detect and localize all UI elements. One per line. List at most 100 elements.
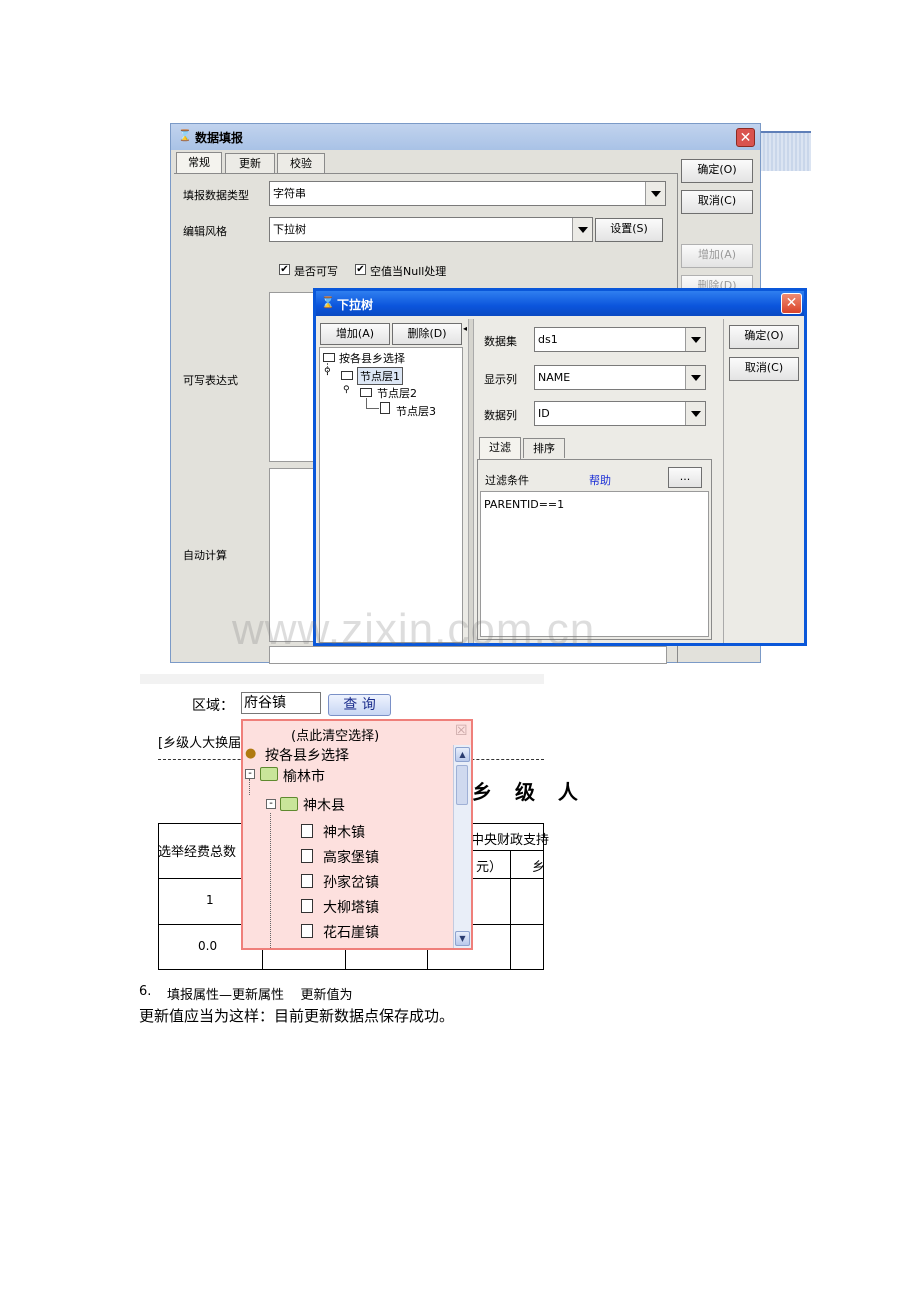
style-select[interactable]: 下拉树 xyxy=(269,217,593,242)
query-button[interactable]: 查 询 xyxy=(328,694,391,716)
tree-node-level1[interactable]: 节点层1 xyxy=(357,367,403,385)
report-title: 乡 级 人 xyxy=(472,780,586,804)
tree-node-level2[interactable]: 节点层2 xyxy=(377,385,417,401)
type-label: 填报数据类型 xyxy=(183,189,249,202)
dialog-title: 数据填报 xyxy=(195,131,244,145)
dropdown-tree-dialog: ⌛ 下拉树 ✕ 增加(A) 删除(D) ◂ 按各县乡选择 ⚲ 节点层1 ⚲ 节点… xyxy=(313,288,807,646)
popup-node-city[interactable]: 榆林市 xyxy=(283,766,325,786)
popup-node-county[interactable]: 神木县 xyxy=(303,795,345,815)
document-icon xyxy=(301,849,313,863)
tree-dialog-titlebar: ⌛ 下拉树 ✕ xyxy=(316,291,804,316)
type-select[interactable]: 字符串 xyxy=(269,181,666,206)
tab-update[interactable]: 更新 xyxy=(225,153,275,173)
display-column-value: NAME xyxy=(538,371,571,384)
region-label: 区域： xyxy=(192,698,234,714)
popup-scrollbar[interactable]: ▲ ▼ xyxy=(453,745,471,948)
expand-handle-icon[interactable]: ⚲ xyxy=(324,367,331,377)
tab-filter[interactable]: 过滤 xyxy=(479,437,521,459)
app-icon: ⌛ xyxy=(321,296,335,309)
tree-delete-button[interactable]: 删除(D) xyxy=(392,323,462,345)
collapse-icon[interactable]: - xyxy=(245,769,255,779)
popup-town[interactable]: 高家堡镇 xyxy=(323,847,379,867)
popup-town[interactable]: 孙家岔镇 xyxy=(323,872,379,892)
table-unit-fragment: 元） xyxy=(476,860,503,875)
tree-node-level3[interactable]: 节点层3 xyxy=(396,403,436,419)
null-checkbox[interactable]: ✔ xyxy=(355,264,366,275)
more-button[interactable]: ... xyxy=(668,467,702,488)
popup-town[interactable]: 神木镇 xyxy=(323,822,365,842)
globe-icon: ● xyxy=(245,746,257,761)
collapse-icon[interactable]: - xyxy=(266,799,276,809)
scroll-down-icon[interactable]: ▼ xyxy=(455,931,470,946)
button-column xyxy=(723,319,724,643)
tree-connector xyxy=(270,813,271,948)
expand-handle-icon[interactable]: ⚲ xyxy=(343,385,350,395)
paragraph-text: 更新值应当为这样：目前更新数据点保存成功。 xyxy=(139,1007,455,1025)
writable-expr-input[interactable] xyxy=(269,292,319,462)
dropdown-tree-popup: (点此清空选择) ☒ ● 按各县乡选择 - 榆林市 - 神木县 神木镇 高家堡镇… xyxy=(241,719,473,950)
data-column-select[interactable]: ID xyxy=(534,401,706,426)
chevron-down-icon[interactable] xyxy=(572,218,592,241)
popup-town[interactable]: 花石崖镇 xyxy=(323,922,379,942)
document-icon xyxy=(301,824,313,838)
popup-close-icon[interactable]: ☒ xyxy=(455,723,468,739)
cancel-button[interactable]: 取消(C) xyxy=(681,190,753,214)
chevron-down-icon[interactable] xyxy=(685,366,705,389)
table-cell-row2: 0.0 xyxy=(198,939,218,953)
watermark: www.zixin.com.cn xyxy=(232,605,596,654)
settings-button[interactable]: 设置(S) xyxy=(595,218,663,242)
document-icon xyxy=(301,874,313,888)
tab-general[interactable]: 常规 xyxy=(176,152,222,174)
dialog-titlebar: ⌛ 数据填报 ✕ xyxy=(171,124,760,150)
clear-selection-link[interactable]: (点此清空选择) xyxy=(291,725,379,744)
table-cell xyxy=(510,924,544,970)
writable-checkbox[interactable]: ✔ xyxy=(279,264,290,275)
table-center-header: 中央财政支持 xyxy=(471,833,550,848)
table-col1-header: 选举经费总数 xyxy=(158,845,237,860)
filter-condition-label: 过滤条件 xyxy=(485,474,529,487)
tree-dialog-title: 下拉树 xyxy=(337,298,374,312)
folder-icon xyxy=(323,353,335,362)
tree-add-button[interactable]: 增加(A) xyxy=(320,323,390,345)
report-header: [乡级人大换届 xyxy=(158,736,242,751)
display-column-select[interactable]: NAME xyxy=(534,365,706,390)
chevron-down-icon[interactable] xyxy=(645,182,665,205)
tree-ok-button[interactable]: 确定(O) xyxy=(729,325,799,349)
region-input[interactable]: 府谷镇 xyxy=(241,692,321,714)
folder-icon xyxy=(341,371,353,380)
dataset-value: ds1 xyxy=(538,333,558,346)
close-icon[interactable]: ✕ xyxy=(781,293,802,314)
tab-sort[interactable]: 排序 xyxy=(523,438,565,458)
type-value: 字符串 xyxy=(273,187,306,200)
app-icon: ⌛ xyxy=(178,129,192,142)
panel-divider[interactable] xyxy=(468,319,474,643)
folder-icon xyxy=(360,388,372,397)
dataset-label: 数据集 xyxy=(484,335,517,348)
add-button[interactable]: 增加(A) xyxy=(681,244,753,268)
scroll-thumb[interactable] xyxy=(456,765,468,805)
background-window-strip xyxy=(761,131,811,171)
ok-button[interactable]: 确定(O) xyxy=(681,159,753,183)
document-icon xyxy=(301,899,313,913)
close-icon[interactable]: ✕ xyxy=(736,128,755,147)
tab-validate[interactable]: 校验 xyxy=(277,153,325,173)
writable-expr-label: 可写表达式 xyxy=(183,374,238,387)
tree-connector xyxy=(366,398,379,409)
document-icon xyxy=(301,924,313,938)
tree-node-root[interactable]: 按各县乡选择 xyxy=(339,350,405,366)
auto-calc-label: 自动计算 xyxy=(183,549,227,562)
document-icon xyxy=(380,402,390,414)
table-cell-row1: 1 xyxy=(206,893,214,907)
scroll-up-icon[interactable]: ▲ xyxy=(455,747,470,762)
style-value: 下拉树 xyxy=(273,223,306,236)
null-label: 空值当Null处理 xyxy=(370,265,447,278)
writable-label: 是否可写 xyxy=(294,265,338,278)
popup-node-root[interactable]: 按各县乡选择 xyxy=(265,745,349,765)
help-link[interactable]: 帮助 xyxy=(589,472,611,488)
tree-connector xyxy=(249,779,250,795)
chevron-down-icon[interactable] xyxy=(685,402,705,425)
dataset-select[interactable]: ds1 xyxy=(534,327,706,352)
tree-cancel-button[interactable]: 取消(C) xyxy=(729,357,799,381)
popup-town[interactable]: 大柳塔镇 xyxy=(323,897,379,917)
chevron-down-icon[interactable] xyxy=(685,328,705,351)
